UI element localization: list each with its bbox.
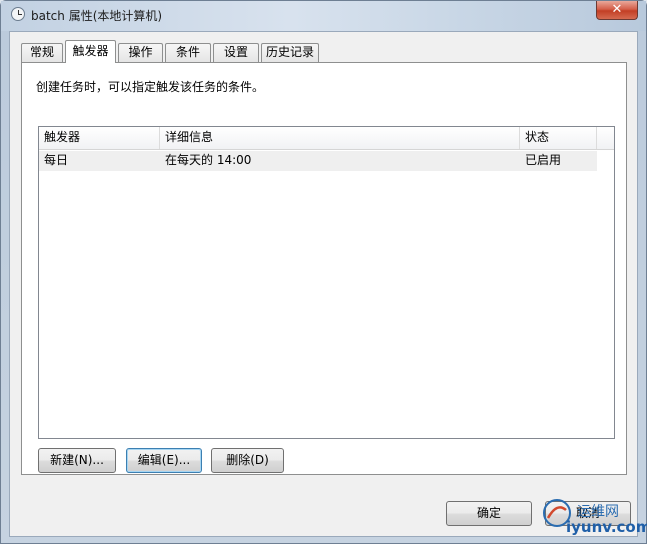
delete-trigger-button[interactable]: 删除(D)	[211, 448, 284, 473]
new-trigger-button[interactable]: 新建(N)...	[38, 448, 116, 473]
column-header-details[interactable]: 详细信息	[160, 127, 520, 149]
list-header: 触发器 详细信息 状态	[39, 127, 614, 150]
clock-icon	[11, 7, 25, 21]
cell-details: 在每天的 14:00	[165, 153, 252, 167]
column-header-status[interactable]: 状态	[520, 127, 597, 149]
panel-description: 创建任务时，可以指定触发该任务的条件。	[36, 80, 265, 94]
title-bar[interactable]: batch 属性(本地计算机) ✕	[1, 1, 646, 31]
ok-button[interactable]: 确定	[446, 501, 532, 526]
tab-conditions[interactable]: 条件	[165, 43, 211, 62]
cell-status: 已启用	[525, 153, 562, 167]
tab-history[interactable]: 历史记录	[261, 43, 319, 62]
table-row[interactable]: 每日 在每天的 14:00 已启用	[39, 151, 597, 171]
cell-trigger: 每日	[44, 153, 69, 167]
edit-trigger-button[interactable]: 编辑(E)...	[126, 448, 202, 473]
tab-triggers[interactable]: 触发器	[65, 40, 116, 63]
dialog-client-area: 常规 触发器 操作 条件 设置 历史记录 创建任务时，可以指定触发该任务的条件。…	[9, 31, 638, 537]
properties-window: batch 属性(本地计算机) ✕ 常规 触发器 操作 条件 设置 历史记录 创…	[0, 0, 647, 544]
watermark-domain: iyunv.com	[566, 518, 647, 536]
tab-general[interactable]: 常规	[21, 43, 63, 62]
column-header-trigger[interactable]: 触发器	[39, 127, 160, 149]
tab-settings[interactable]: 设置	[213, 43, 259, 62]
close-icon: ✕	[611, 2, 623, 17]
triggers-list[interactable]: 触发器 详细信息 状态 每日 在每天的 14:00 已启用	[38, 126, 615, 439]
tab-actions[interactable]: 操作	[118, 43, 163, 62]
close-button[interactable]: ✕	[596, 1, 638, 20]
triggers-panel: 创建任务时，可以指定触发该任务的条件。 触发器 详细信息 状态 每日 在每天的 …	[21, 62, 627, 475]
window-title: batch 属性(本地计算机)	[31, 9, 163, 23]
